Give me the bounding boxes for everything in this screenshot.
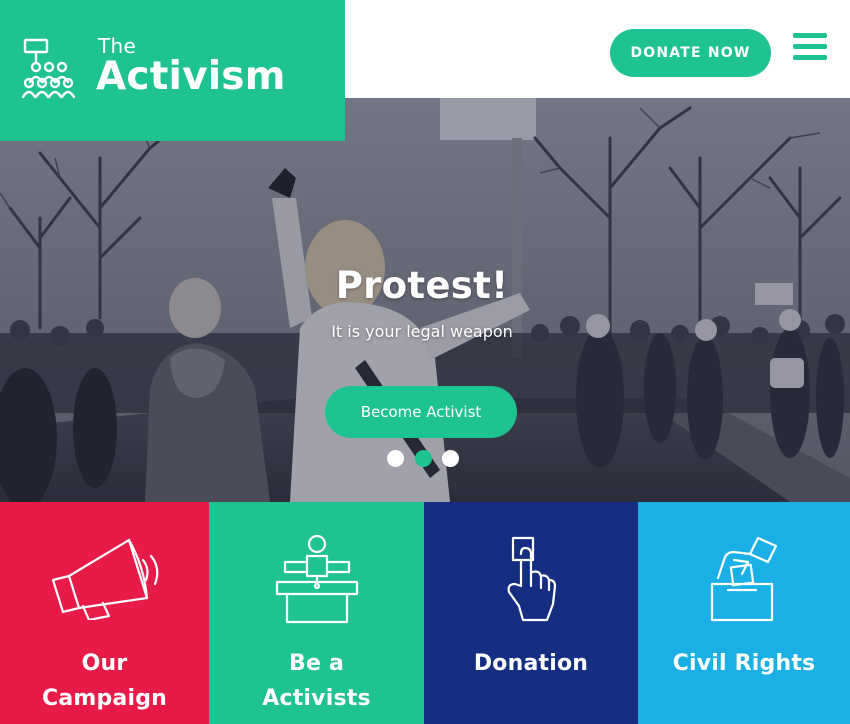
donate-now-button[interactable]: DONATE NOW	[610, 29, 771, 77]
tile-our-campaign[interactable]: Our Campaign	[0, 502, 209, 724]
hero-slider: Protest! It is your legal weapon Become …	[0, 98, 850, 502]
megaphone-icon	[51, 538, 158, 620]
logo-name-text: Activism	[96, 54, 286, 99]
tile-label-line1: Our	[81, 651, 128, 676]
ballot-box-icon	[710, 536, 778, 622]
slider-dots	[387, 450, 467, 468]
tile-label-line2: Activists	[262, 686, 371, 711]
tile-label-line1: Donation	[473, 651, 589, 676]
tile-be-a-activists[interactable]: Be a Activists	[209, 502, 424, 724]
tile-civil-rights[interactable]: Civil Rights	[638, 502, 850, 724]
tile-label-line1: Be a	[289, 651, 344, 676]
become-activist-button[interactable]: Become Activist	[325, 386, 517, 438]
tile-label-line1: Civil Rights	[672, 651, 816, 676]
tile-donation[interactable]: Donation	[424, 502, 638, 724]
hero-subtitle: It is your legal weapon	[331, 322, 513, 341]
hamburger-menu-icon[interactable]	[793, 33, 827, 61]
site-logo[interactable]: The Activism	[0, 0, 345, 141]
slider-dot-3[interactable]	[442, 450, 459, 467]
hand-press-button-icon	[507, 536, 557, 622]
tile-label-line2: Campaign	[41, 686, 168, 711]
hero-title: Protest!	[335, 264, 509, 307]
slider-dot-2[interactable]	[415, 450, 432, 467]
people-group-sign-icon	[21, 38, 76, 99]
slider-dot-1[interactable]	[387, 450, 404, 467]
speaker-podium-icon	[275, 534, 358, 624]
feature-tiles: Our Campaign Be a Activists Donation Civ…	[0, 502, 850, 724]
